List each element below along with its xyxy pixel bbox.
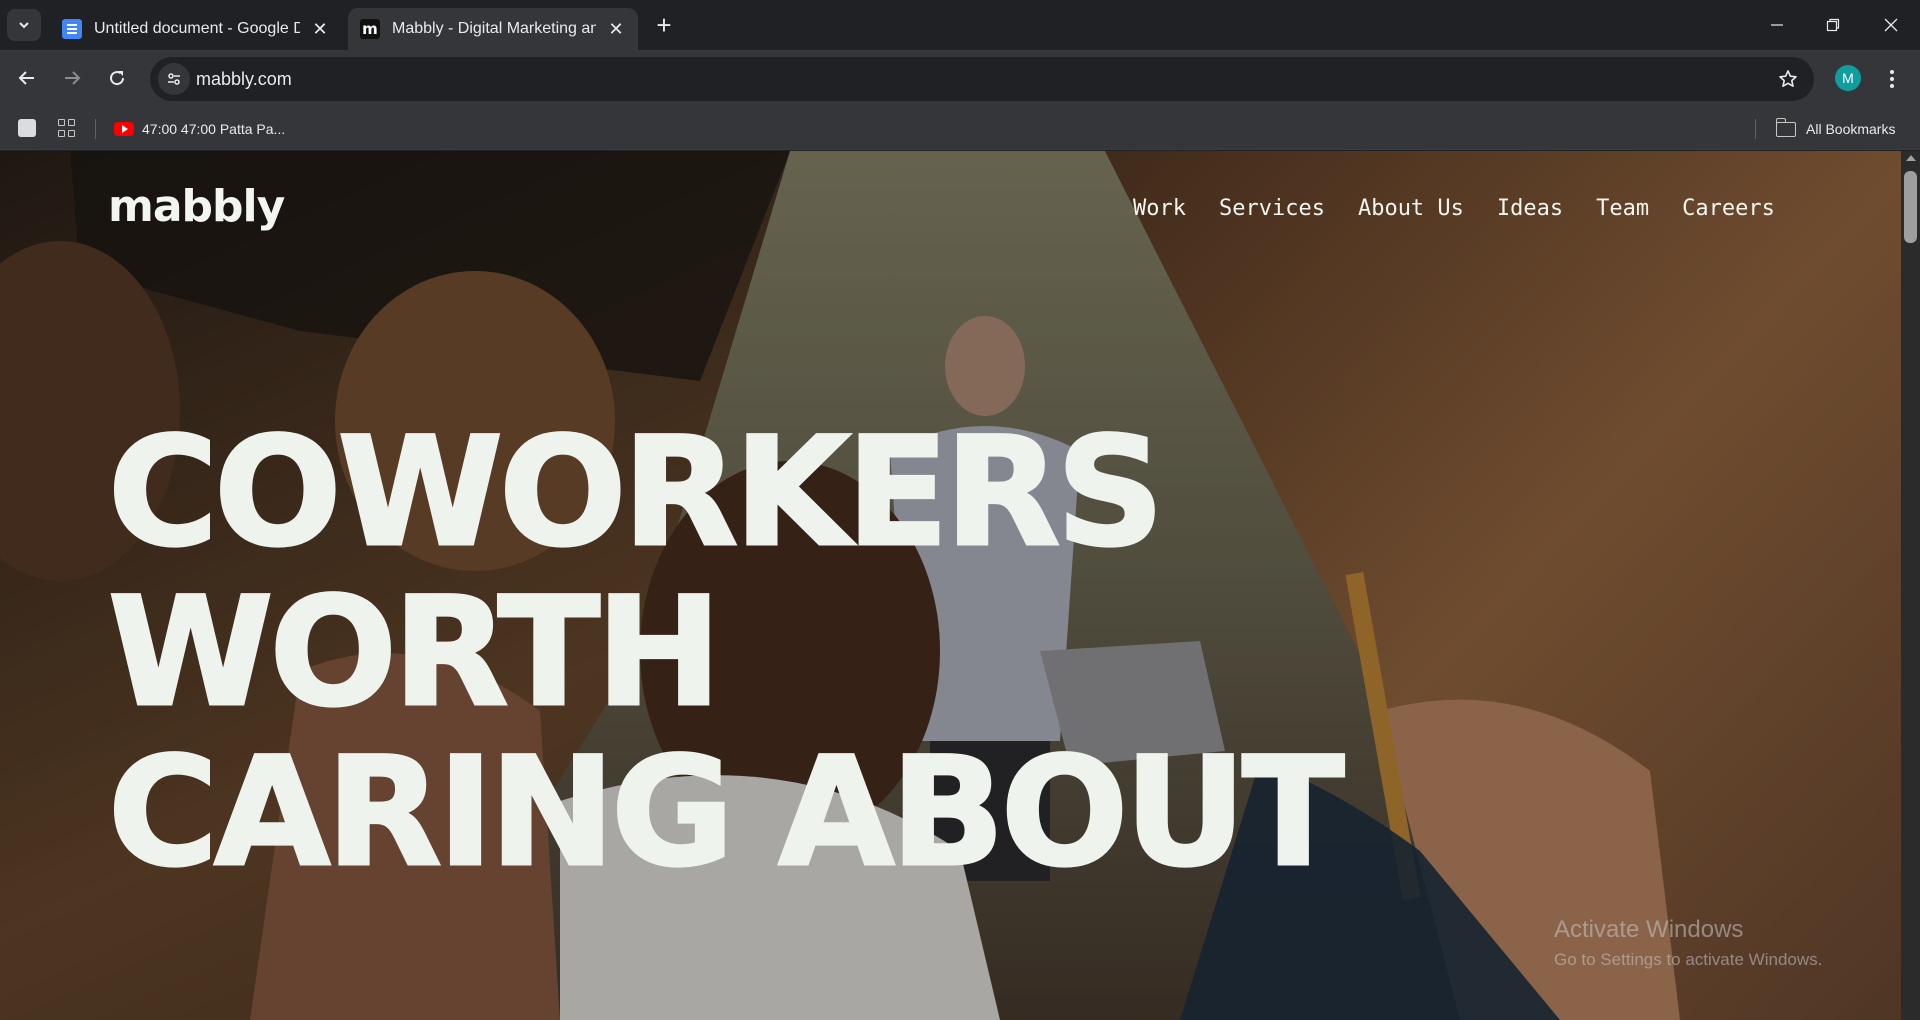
tab-title: Untitled document - Google Docs <box>94 20 300 37</box>
headline-line: WORTH <box>106 566 723 740</box>
new-tab-button[interactable]: + <box>650 10 678 40</box>
nav-link-ideas[interactable]: Ideas <box>1497 196 1563 221</box>
nav-link-work[interactable]: Work <box>1133 196 1186 221</box>
tune-icon <box>168 73 180 85</box>
windows-activation-watermark: Activate Windows Go to Settings to activ… <box>1554 916 1822 970</box>
reload-icon <box>110 71 125 86</box>
restore-button[interactable] <box>1808 8 1858 42</box>
watermark-title: Activate Windows <box>1554 916 1744 943</box>
folder-icon <box>1775 117 1796 137</box>
divider <box>95 119 96 139</box>
browser-menu-button[interactable] <box>1880 64 1904 94</box>
all-bookmarks-button[interactable]: All Bookmarks <box>1775 117 1896 141</box>
back-button[interactable] <box>9 60 45 96</box>
youtube-icon <box>114 122 134 136</box>
mabbly-m-icon: m <box>360 19 380 39</box>
scroll-thumb[interactable] <box>1904 171 1917 243</box>
close-tab-icon[interactable]: ✕ <box>310 19 330 39</box>
page-scrollbar[interactable] <box>1901 151 1920 1020</box>
profile-avatar[interactable]: M <box>1835 65 1861 91</box>
watermark-subtitle: Go to Settings to activate Windows. <box>1554 950 1823 969</box>
bookmark-star-button[interactable] <box>1776 67 1800 91</box>
nav-link-careers[interactable]: Careers <box>1682 196 1775 221</box>
google-docs-icon <box>62 19 82 39</box>
address-bar[interactable]: mabbly.com <box>150 57 1814 101</box>
site-logo[interactable]: mabbly <box>108 181 285 232</box>
close-window-button[interactable] <box>1866 8 1916 42</box>
nav-link-services[interactable]: Services <box>1219 196 1325 221</box>
forward-button[interactable] <box>54 60 90 96</box>
close-tab-icon[interactable]: ✕ <box>606 19 626 39</box>
restore-icon <box>1826 18 1840 32</box>
tab-groups-icon[interactable] <box>18 119 36 137</box>
site-info-button[interactable] <box>158 63 190 95</box>
browser-toolbar: mabbly.com M <box>0 50 1920 108</box>
close-icon <box>1884 18 1898 32</box>
divider <box>1755 119 1756 139</box>
page-viewport: mabbly Work Services About Us Ideas Team… <box>0 151 1920 1020</box>
tab-mabbly[interactable]: m Mabbly - Digital Marketing and ✕ <box>348 8 638 50</box>
nav-link-about-us[interactable]: About Us <box>1358 196 1464 221</box>
scroll-up-arrow-icon[interactable] <box>1906 155 1916 161</box>
nav-link-team[interactable]: Team <box>1596 196 1649 221</box>
headline-line: CARING ABOUT <box>106 726 1345 900</box>
bookmarks-bar: 47:00 47:00 Patta Pa... All Bookmarks <box>0 108 1920 150</box>
tab-google-docs[interactable]: Untitled document - Google Docs ✕ <box>50 8 342 50</box>
tab-title: Mabbly - Digital Marketing and <box>392 20 596 37</box>
tab-search-button[interactable] <box>7 9 41 41</box>
bookmark-item[interactable]: 47:00 47:00 Patta Pa... <box>114 117 285 141</box>
headline-line: COWORKERS <box>106 406 1165 580</box>
minimize-icon <box>1771 24 1783 26</box>
hero-headline: COWORKERS WORTH CARING ABOUT <box>106 406 1345 900</box>
site-nav: Work Services About Us Ideas Team Career… <box>1133 196 1775 221</box>
reload-button[interactable] <box>99 60 135 96</box>
bookmark-label: 47:00 47:00 Patta Pa... <box>142 121 286 137</box>
chevron-down-icon <box>19 22 29 29</box>
arrow-right-icon <box>65 71 81 85</box>
url-text[interactable]: mabbly.com <box>196 69 292 90</box>
tab-strip: Untitled document - Google Docs ✕ m Mabb… <box>0 0 1920 50</box>
apps-grid-icon[interactable] <box>58 119 76 137</box>
minimize-button[interactable] <box>1752 8 1802 42</box>
all-bookmarks-label: All Bookmarks <box>1806 121 1896 137</box>
star-icon <box>1779 70 1797 87</box>
arrow-left-icon <box>18 71 34 85</box>
